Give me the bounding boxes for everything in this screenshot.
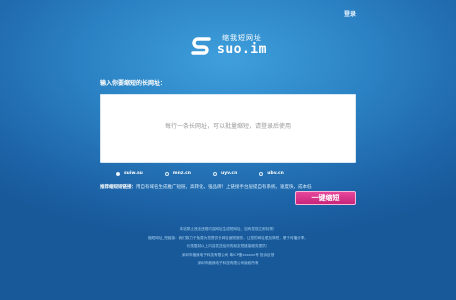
footer-line: 缩短网址_短链接：我们致力于免费为您提供长网址缩短服务，让您的网址更加简短，便于… (148, 235, 308, 240)
domain-radio-4[interactable] (259, 171, 264, 176)
domain-option-4[interactable]: ubv.cn (259, 171, 284, 176)
domain-radio-3[interactable] (212, 171, 217, 176)
footer-line: 深圳市缩我电子科技有限公司版权所有 (197, 261, 259, 266)
domain-label-4: ubv.cn (267, 171, 284, 176)
footer-line[interactable]: 深圳市缩我电子科技有限公司 粤ICP备xxxxxx号 投诉反馈 (0, 251, 456, 260)
domain-label-3: uyv.cn (220, 171, 238, 176)
domain-option-2[interactable]: mnz.cn (164, 171, 191, 176)
s-logo-icon (191, 37, 211, 55)
domain-radio-2[interactable] (164, 171, 169, 176)
domain-label-1: suiw.su (124, 171, 143, 176)
recommendation-line: 推荐缩短短链接：用自有域名生成推广短链，高转化，强品牌！上链接手台层提自有系统，… (100, 184, 312, 190)
domain-option-1[interactable]: suiw.su (116, 171, 143, 176)
shorten-button[interactable]: 一键缩短 (295, 191, 356, 205)
footer: 本站禁止违法违规内容网址生成短网址，如有发现立即封禁！ 缩短网址_短链接：我们致… (0, 225, 456, 268)
login-link[interactable]: 登录 (344, 9, 356, 18)
domain-radio-1[interactable] (116, 171, 120, 176)
recommendation-text[interactable]: 用自有域名生成推广短链，高转化，强品牌！上链接手台层提自有系统，速度快，成本低 (136, 185, 312, 190)
footer-line: 本站禁止违法违规内容网址生成短网址，如有发现立即封禁！ (179, 227, 277, 231)
domain-options: suiw.su mnz.cn uyv.cn ubv.cn (116, 171, 306, 176)
logo-domain-name: suo.im (217, 42, 267, 57)
site-logo: 缩我短网址 suo.im (189, 33, 267, 57)
long-url-prompt: 输入你要缩短的长网址： (100, 80, 167, 87)
recommendation-label: 推荐缩短短链接： (100, 185, 136, 190)
long-url-input[interactable] (100, 94, 356, 163)
footer-line: 长按复制以上内容发送给你的朋友短链接服务提供！ (186, 244, 270, 249)
domain-label-2: mnz.cn (172, 171, 191, 176)
domain-option-3[interactable]: uyv.cn (212, 171, 238, 176)
